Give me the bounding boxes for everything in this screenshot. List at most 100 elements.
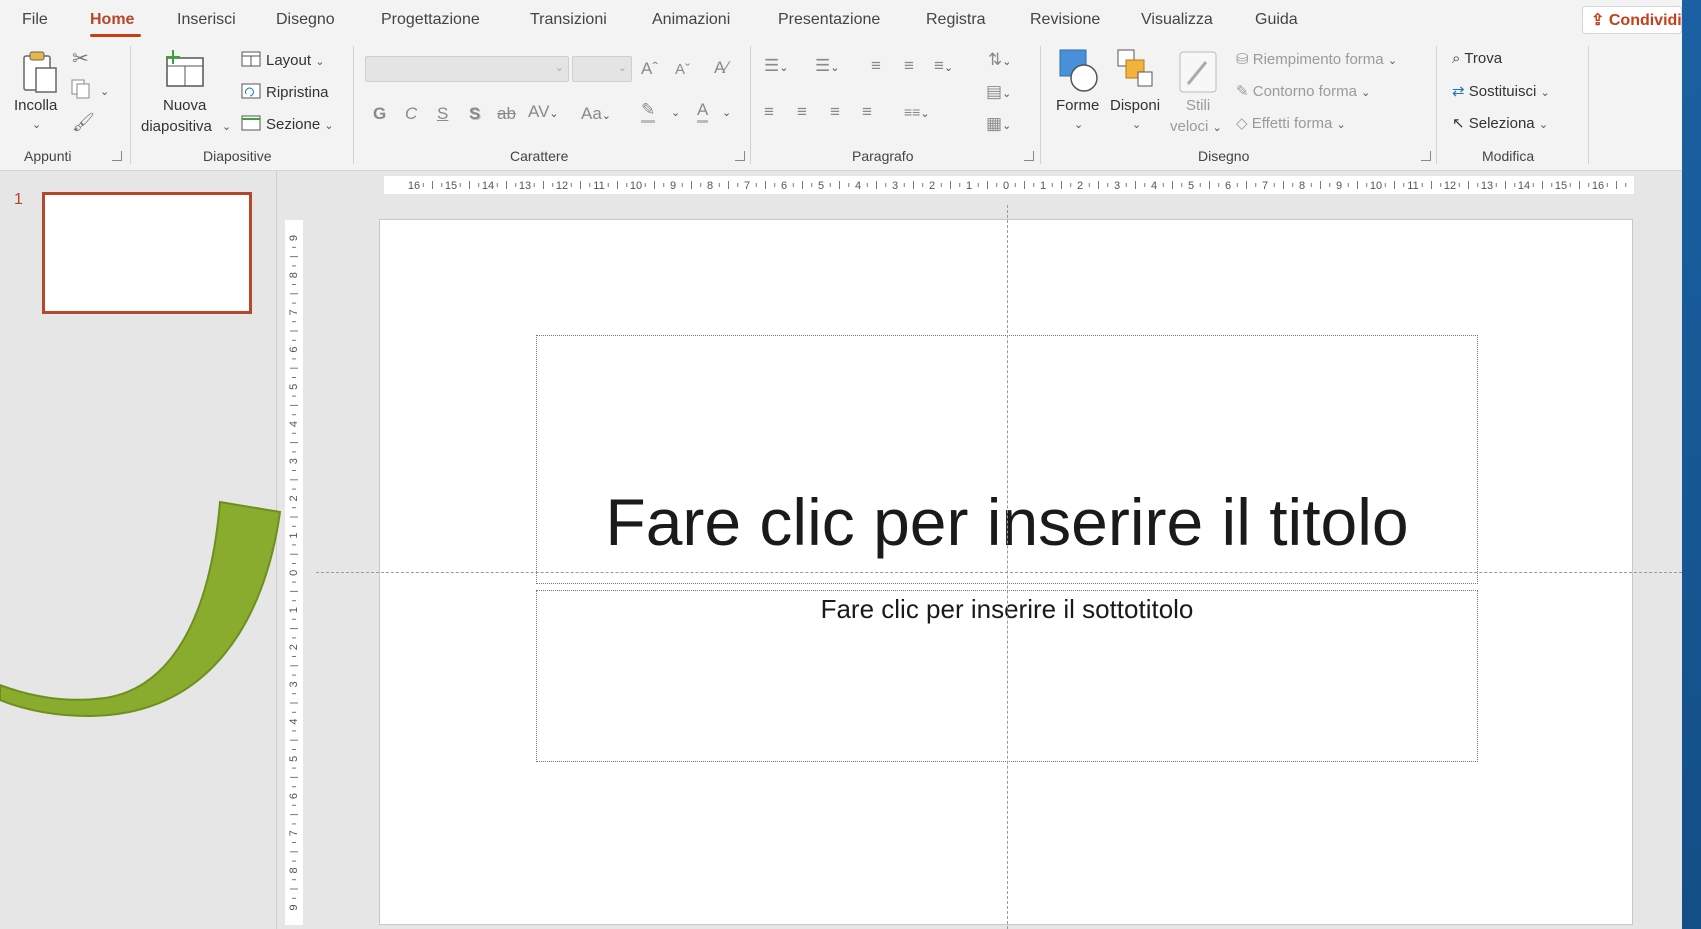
clear-formatting-icon[interactable]: A∕: [714, 58, 728, 78]
font-size-combobox[interactable]: ⌄: [572, 56, 632, 82]
layout-button[interactable]: Layout ⌄: [266, 52, 324, 69]
horizontal-ruler[interactable]: 16 15 14 13 12 11 10 9 8 7 6 5 4 3 2 1 0 1 2 3 4 5 6 7 8 9 10 11 12 1…: [384, 176, 1634, 194]
tab-revisione[interactable]: Revisione: [1030, 11, 1100, 29]
paste-icon[interactable]: [20, 50, 60, 96]
ruler-label: 6: [1225, 180, 1231, 192]
select-button[interactable]: ↖ Seleziona ⌄: [1452, 114, 1548, 132]
align-right-icon[interactable]: ≡: [830, 102, 840, 122]
slide-number: 1: [14, 191, 23, 208]
section-button[interactable]: Sezione ⌄: [266, 116, 334, 133]
tab-progettazione[interactable]: Progettazione: [381, 11, 480, 29]
bold-button[interactable]: G: [373, 104, 386, 124]
numbering-icon[interactable]: ☰⌄: [815, 56, 839, 76]
group-label-appunti: Appunti: [24, 148, 72, 164]
carattere-dialog-launcher-icon[interactable]: [735, 151, 745, 161]
ruler-label: 8: [288, 867, 300, 873]
bullets-icon[interactable]: ☰⌄: [764, 56, 788, 76]
align-center-icon[interactable]: ≡: [797, 102, 807, 122]
share-button[interactable]: ⇪ Condividi: [1582, 6, 1682, 34]
ruler-label: 4: [855, 180, 861, 192]
layout-icon[interactable]: [241, 51, 261, 67]
ruler-label: 8: [1299, 180, 1305, 192]
arrange-chevron-icon[interactable]: ⌄: [1132, 118, 1141, 131]
copy-icon[interactable]: [70, 78, 92, 100]
reset-icon[interactable]: [241, 83, 261, 99]
justify-icon[interactable]: ≡: [862, 102, 872, 122]
shapes-icon[interactable]: [1058, 48, 1100, 94]
arrange-button[interactable]: Disponi: [1110, 97, 1160, 114]
tab-file[interactable]: File: [22, 11, 48, 29]
reset-button[interactable]: Ripristina: [266, 84, 329, 101]
tab-registra[interactable]: Registra: [926, 11, 986, 29]
ruler-label: 2: [929, 180, 935, 192]
section-icon[interactable]: [241, 115, 261, 131]
text-direction-icon[interactable]: ⇅⌄: [988, 50, 1011, 70]
new-slide-chevron-icon[interactable]: ⌄: [222, 120, 231, 133]
shadow-button[interactable]: S: [469, 104, 480, 124]
decrease-indent-icon[interactable]: ≡: [871, 56, 881, 76]
ruler-label: 9: [288, 235, 300, 241]
outline-button[interactable]: ✎ Contorno forma ⌄: [1236, 82, 1370, 100]
ruler-label: 9: [1336, 180, 1342, 192]
tab-disegno[interactable]: Disegno: [276, 11, 335, 29]
arrange-icon[interactable]: [1116, 48, 1156, 92]
cut-icon[interactable]: ✂: [72, 46, 89, 71]
underline-button[interactable]: S: [437, 104, 448, 124]
columns-icon[interactable]: ≡≡⌄: [904, 104, 930, 120]
strikethrough-button[interactable]: ab: [497, 104, 516, 124]
find-button[interactable]: ⌕ Trova: [1452, 50, 1502, 67]
ruler-label: 3: [288, 458, 300, 464]
disegno-dialog-launcher-icon[interactable]: [1421, 151, 1431, 161]
replace-button[interactable]: ⇄ Sostituisci ⌄: [1452, 82, 1550, 100]
tab-animazioni[interactable]: Animazioni: [652, 11, 730, 29]
ruler-label: 7: [288, 830, 300, 836]
align-text-icon[interactable]: ▤⌄: [986, 82, 1011, 102]
effects-button[interactable]: ◇ Effetti forma ⌄: [1236, 114, 1346, 132]
vertical-smart-guide[interactable]: [1007, 205, 1008, 929]
font-name-combobox[interactable]: ⌄: [365, 56, 569, 82]
new-slide-icon[interactable]: [165, 50, 205, 88]
highlight-chevron-icon[interactable]: ⌄: [671, 106, 680, 119]
quick-styles-label-line1[interactable]: Stili: [1186, 97, 1210, 114]
new-slide-label-line2[interactable]: diapositiva: [141, 118, 212, 135]
line-spacing-icon[interactable]: ≡⌄: [934, 56, 953, 76]
grow-font-icon[interactable]: Aˆ: [641, 59, 658, 79]
align-left-icon[interactable]: ≡: [764, 102, 774, 122]
increase-indent-icon[interactable]: ≡: [904, 56, 914, 76]
highlight-color-icon[interactable]: ✎: [641, 100, 656, 123]
fill-bucket-icon: ⛁: [1236, 51, 1249, 68]
quick-styles-label-line2[interactable]: veloci ⌄: [1170, 118, 1222, 135]
format-painter-icon[interactable]: 🖌: [72, 112, 95, 133]
change-case-button[interactable]: Aa⌄: [581, 104, 611, 124]
tab-home[interactable]: Home: [90, 11, 134, 29]
ruler-label: 7: [288, 309, 300, 315]
ruler-label: 16: [408, 180, 420, 192]
ruler-label: 4: [1151, 180, 1157, 192]
italic-button[interactable]: C: [405, 104, 417, 124]
font-color-icon[interactable]: A: [697, 100, 709, 123]
tab-inserisci[interactable]: Inserisci: [177, 11, 236, 29]
shrink-font-icon[interactable]: Aˇ: [675, 61, 690, 78]
tab-guida[interactable]: Guida: [1255, 11, 1298, 29]
appunti-dialog-launcher-icon[interactable]: [112, 151, 122, 161]
tab-visualizza[interactable]: Visualizza: [1141, 11, 1213, 29]
tab-presentazione[interactable]: Presentazione: [778, 11, 880, 29]
tab-transizioni[interactable]: Transizioni: [530, 11, 607, 29]
shapes-chevron-icon[interactable]: ⌄: [1074, 118, 1083, 131]
font-color-chevron-icon[interactable]: ⌄: [722, 106, 731, 119]
paste-dropdown-chevron-icon[interactable]: ⌄: [32, 118, 41, 131]
character-spacing-button[interactable]: AV⌄: [528, 102, 559, 122]
ruler-label: 4: [288, 421, 300, 427]
quick-styles-icon[interactable]: [1178, 50, 1218, 94]
paste-button-label[interactable]: Incolla: [14, 97, 57, 114]
shapes-button[interactable]: Forme: [1056, 97, 1099, 114]
new-slide-label-line1[interactable]: Nuova: [163, 97, 206, 114]
group-separator: [1588, 46, 1589, 164]
paragrafo-dialog-launcher-icon[interactable]: [1024, 151, 1034, 161]
slide-thumbnail[interactable]: [42, 192, 252, 314]
horizontal-smart-guide[interactable]: [316, 572, 1682, 573]
smartart-icon[interactable]: ▦⌄: [986, 114, 1011, 134]
fill-button[interactable]: ⛁ Riempimento forma ⌄: [1236, 50, 1397, 68]
ruler-label: 12: [1444, 180, 1456, 192]
copy-dropdown-chevron-icon[interactable]: ⌄: [100, 85, 109, 98]
